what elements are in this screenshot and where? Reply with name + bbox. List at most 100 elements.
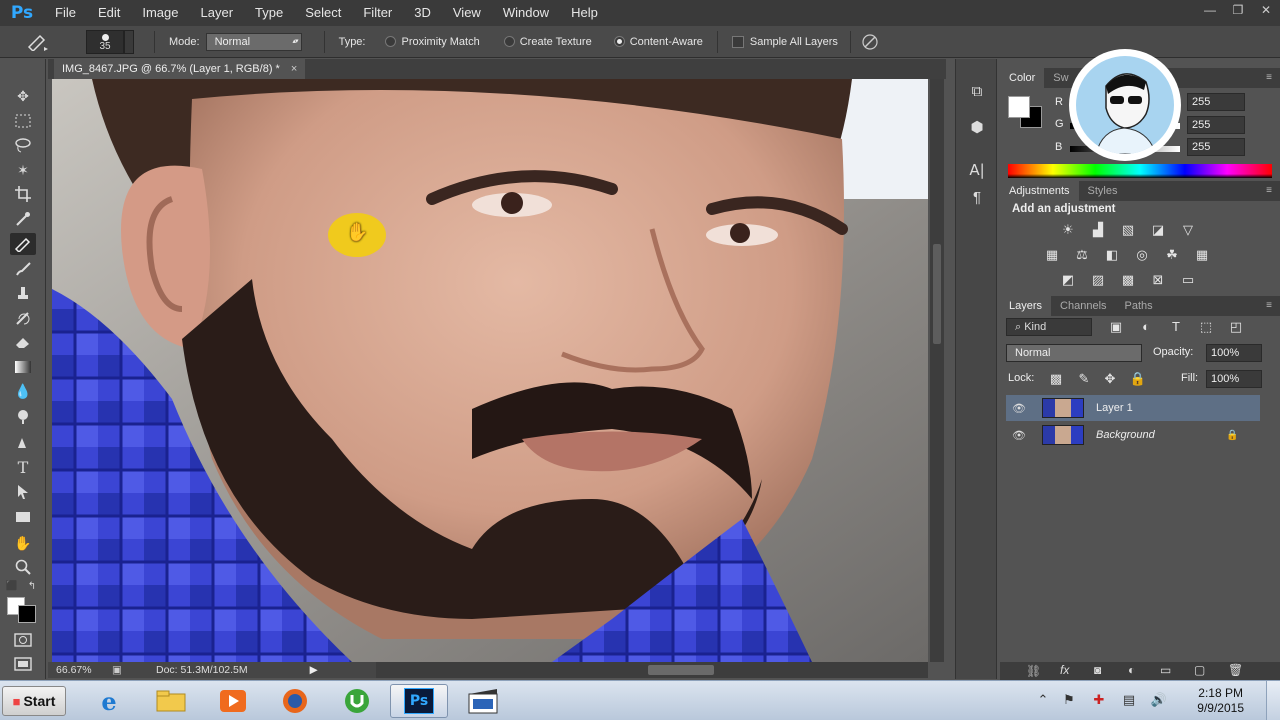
security-icon[interactable]: ✚ <box>1090 691 1108 709</box>
delete-layer-icon[interactable]: 🗑 <box>1228 663 1243 677</box>
tab-color[interactable]: Color <box>1000 68 1045 88</box>
brightness-contrast-icon[interactable]: ☀ <box>1058 222 1078 238</box>
layer-row-layer-1[interactable]: 👁 Layer 1 <box>1006 395 1260 421</box>
threshold-icon[interactable]: ▩ <box>1118 272 1138 288</box>
opacity-input[interactable]: 100% <box>1206 344 1262 362</box>
layer-filter-kind-select[interactable]: ⌕ Kind <box>1006 318 1092 336</box>
video-editor-icon[interactable] <box>454 684 512 718</box>
channel-mixer-icon[interactable]: ☘ <box>1162 247 1182 263</box>
show-desktop-button[interactable] <box>1266 681 1280 720</box>
menu-filter[interactable]: Filter <box>352 0 403 26</box>
scroll-thumb[interactable] <box>933 244 941 344</box>
tab-styles[interactable]: Styles <box>1079 181 1127 201</box>
type-tool-icon[interactable]: T <box>10 456 36 478</box>
eyedropper-tool-icon[interactable] <box>10 208 36 230</box>
clone-stamp-tool-icon[interactable] <box>10 282 36 304</box>
utorrent-icon[interactable] <box>328 684 386 718</box>
panel-menu-icon[interactable]: ≡ <box>1266 300 1272 311</box>
channel-b-value[interactable]: 255 <box>1187 138 1245 156</box>
mode-select[interactable]: Normal <box>205 32 302 51</box>
tab-adjustments[interactable]: Adjustments <box>1000 181 1079 201</box>
channel-g-value[interactable]: 255 <box>1187 116 1245 134</box>
levels-icon[interactable]: ▟ <box>1088 222 1108 238</box>
menu-3d[interactable]: 3D <box>403 0 442 26</box>
lock-position-icon[interactable]: ✥ <box>1100 371 1120 387</box>
minimize-button[interactable]: — <box>1196 0 1224 20</box>
gradient-tool-icon[interactable] <box>10 356 36 378</box>
internet-explorer-icon[interactable]: e <box>80 684 138 718</box>
filter-shape-icon[interactable]: ⬚ <box>1196 319 1216 335</box>
menu-select[interactable]: Select <box>294 0 352 26</box>
new-layer-icon[interactable]: ▢ <box>1194 663 1205 677</box>
visibility-eye-icon[interactable]: 👁 <box>1006 429 1032 442</box>
brush-size-picker[interactable]: 35 <box>86 29 124 54</box>
pressure-size-icon[interactable] <box>859 32 881 52</box>
marquee-tool-icon[interactable] <box>10 110 36 132</box>
filter-smart-object-icon[interactable]: ◰ <box>1226 319 1246 335</box>
layer-row-background[interactable]: 👁 Background 🔒 <box>1006 422 1260 448</box>
tab-channels[interactable]: Channels <box>1051 296 1115 316</box>
hand-tool-icon[interactable]: ✋ <box>10 532 36 554</box>
vibrance-icon[interactable]: ▽ <box>1178 222 1198 238</box>
panel-menu-icon[interactable]: ≡ <box>1266 185 1272 196</box>
magic-wand-tool-icon[interactable]: ✶ <box>10 159 36 181</box>
move-tool-icon[interactable]: ✥ <box>10 85 36 107</box>
info-toggle-icon[interactable]: ▣ <box>112 664 138 676</box>
menu-file[interactable]: File <box>44 0 87 26</box>
brush-tool-icon[interactable] <box>10 258 36 280</box>
document-tab[interactable]: IMG_8467.JPG @ 66.7% (Layer 1, RGB/8) * … <box>54 59 306 79</box>
blend-mode-select[interactable]: Normal <box>1006 344 1142 362</box>
action-center-flag-icon[interactable]: ⚑ <box>1060 691 1078 709</box>
gradient-map-icon[interactable]: ▭ <box>1178 272 1198 288</box>
brush-picker-arrow[interactable] <box>124 29 134 54</box>
show-hidden-icons-icon[interactable]: ⌃ <box>1034 691 1052 709</box>
layer-style-icon[interactable]: fx <box>1060 663 1069 677</box>
swap-colors-icon[interactable]: ⬛ <box>4 579 20 593</box>
color-balance-icon[interactable]: ⚖ <box>1072 247 1092 263</box>
screen-mode-icon[interactable] <box>10 653 36 675</box>
reset-colors-icon[interactable]: ↰ <box>24 579 40 593</box>
restore-button[interactable]: ❐ <box>1224 0 1252 20</box>
zoom-level[interactable]: 66.67% <box>56 664 112 676</box>
visibility-eye-icon[interactable]: 👁 <box>1006 402 1032 415</box>
menu-layer[interactable]: Layer <box>190 0 245 26</box>
invert-icon[interactable]: ◩ <box>1058 272 1078 288</box>
tab-layers[interactable]: Layers <box>1000 296 1052 316</box>
history-panel-icon[interactable]: ⧉ <box>966 81 988 103</box>
lasso-tool-icon[interactable] <box>10 134 36 156</box>
lock-all-icon[interactable]: 🔒 <box>1128 371 1148 387</box>
menu-image[interactable]: Image <box>131 0 189 26</box>
path-selection-tool-icon[interactable] <box>10 481 36 503</box>
properties-panel-icon[interactable]: ⬢ <box>966 117 988 139</box>
zoom-tool-icon[interactable] <box>10 556 36 578</box>
lock-image-icon[interactable]: ✎ <box>1074 371 1094 387</box>
crop-tool-icon[interactable] <box>10 183 36 205</box>
proximity-match-radio[interactable] <box>385 36 397 47</box>
spot-healing-brush-icon[interactable] <box>18 29 58 55</box>
menu-edit[interactable]: Edit <box>87 0 131 26</box>
dodge-tool-icon[interactable] <box>10 405 36 427</box>
horizontal-scrollbar[interactable] <box>376 662 928 678</box>
filter-pixel-icon[interactable]: ▣ <box>1106 319 1126 335</box>
background-color-swatch[interactable] <box>18 605 36 623</box>
new-adjustment-layer-icon[interactable]: ◐ <box>1128 663 1135 677</box>
content-aware-radio[interactable] <box>613 36 625 47</box>
menu-help[interactable]: Help <box>560 0 609 26</box>
posterize-icon[interactable]: ▨ <box>1088 272 1108 288</box>
lock-transparent-icon[interactable]: ▩ <box>1046 371 1066 387</box>
photoshop-taskbar-icon[interactable]: Ps <box>390 684 448 718</box>
media-player-icon[interactable] <box>204 684 262 718</box>
menu-window[interactable]: Window <box>492 0 560 26</box>
network-icon[interactable]: ▤ <box>1120 691 1138 709</box>
spot-healing-brush-tool-icon[interactable] <box>10 233 36 255</box>
color-panel-foreground[interactable] <box>1008 96 1030 118</box>
link-layers-icon[interactable]: ⛓ <box>1026 664 1041 678</box>
black-white-icon[interactable]: ◧ <box>1102 247 1122 263</box>
filter-type-icon[interactable]: T <box>1166 319 1186 335</box>
exposure-icon[interactable]: ◪ <box>1148 222 1168 238</box>
status-menu-arrow-icon[interactable]: ▶ <box>310 664 318 676</box>
selective-color-icon[interactable]: ⊠ <box>1148 272 1168 288</box>
fill-input[interactable]: 100% <box>1206 370 1262 388</box>
hue-saturation-icon[interactable]: ▦ <box>1042 247 1062 263</box>
panel-menu-icon[interactable]: ≡ <box>1266 72 1272 83</box>
